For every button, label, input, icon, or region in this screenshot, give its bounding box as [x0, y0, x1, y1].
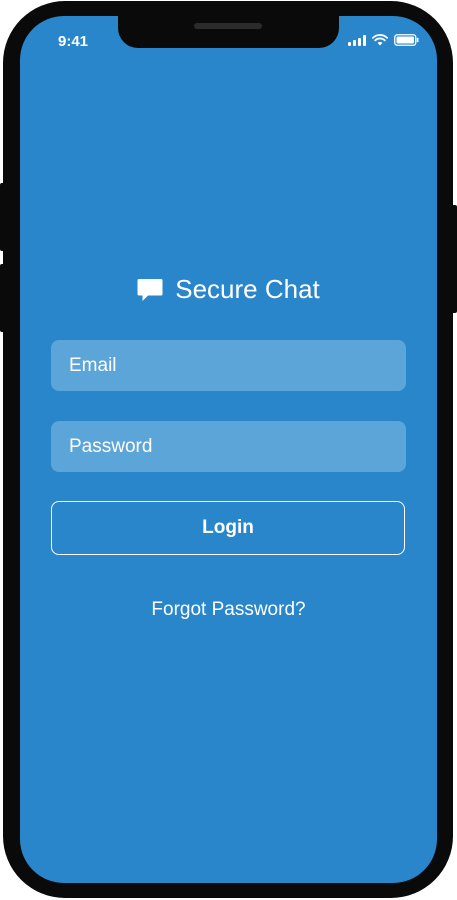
status-time: 9:41: [58, 33, 89, 50]
chat-bubble-icon: [137, 278, 163, 301]
volume-up-button-hardware: [0, 183, 6, 251]
cellular-signal-icon: [348, 34, 366, 46]
status-icons: [348, 34, 419, 46]
app-screen: 9:41 Secure Chat Login Forgot Password?: [20, 16, 437, 883]
wifi-icon: [372, 34, 388, 46]
login-button[interactable]: Login: [51, 501, 405, 555]
volume-down-button-hardware: [0, 264, 6, 332]
battery-icon: [394, 34, 419, 46]
password-field[interactable]: [51, 421, 406, 472]
app-title: Secure Chat: [175, 274, 320, 304]
notch: [118, 16, 339, 48]
email-field[interactable]: [51, 340, 406, 391]
forgot-password-link[interactable]: Forgot Password?: [20, 599, 437, 621]
speaker-grille: [194, 23, 262, 29]
power-button-hardware: [451, 205, 457, 313]
brand-header: Secure Chat: [20, 274, 437, 305]
